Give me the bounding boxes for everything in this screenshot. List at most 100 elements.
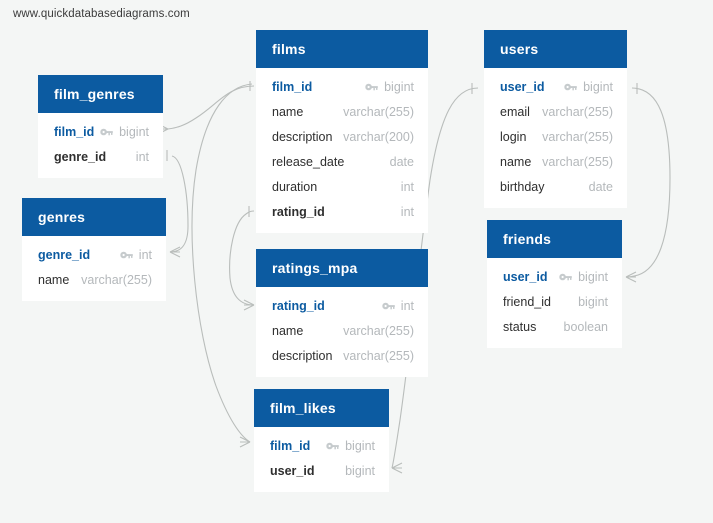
- column-name: friend_id: [503, 294, 551, 309]
- column-type: bigint: [578, 269, 608, 284]
- column-row[interactable]: duration int: [256, 174, 428, 199]
- column-row[interactable]: name varchar(255): [22, 267, 166, 292]
- column-row[interactable]: film_id bigint: [38, 119, 163, 144]
- relationship-genres-film_genres: [169, 155, 189, 253]
- crowfoot-film_likes-film_id: [239, 436, 251, 448]
- column-name: genre_id: [38, 247, 91, 262]
- column-row[interactable]: user_id bigint: [487, 264, 622, 289]
- table-title-friends[interactable]: friends: [487, 220, 622, 258]
- column-name: name: [500, 154, 532, 169]
- column-row[interactable]: name varchar(255): [256, 99, 428, 124]
- column-type: boolean: [563, 319, 609, 334]
- column-row[interactable]: release_date date: [256, 149, 428, 174]
- column-name: name: [272, 323, 304, 338]
- column-type: int: [400, 204, 414, 219]
- table-title-film_likes[interactable]: film_likes: [254, 389, 389, 427]
- column-name: description: [272, 129, 333, 144]
- column-row[interactable]: email varchar(255): [484, 99, 627, 124]
- column-type: varchar(255): [81, 272, 152, 287]
- entity-table-film_genres[interactable]: film_genres film_id bigint genre_id int: [38, 75, 163, 178]
- column-row[interactable]: user_id bigint: [254, 458, 389, 483]
- primary-key-icon: [326, 441, 339, 451]
- column-type: varchar(255): [343, 104, 414, 119]
- column-row[interactable]: status boolean: [487, 314, 622, 339]
- column-row[interactable]: friend_id bigint: [487, 289, 622, 314]
- column-type: date: [389, 154, 414, 169]
- table-body-film_genres: film_id bigint genre_id int: [38, 113, 163, 178]
- column-row[interactable]: genre_id int: [22, 242, 166, 267]
- column-type: date: [588, 179, 613, 194]
- column-type: varchar(255): [343, 323, 414, 338]
- column-type: varchar(255): [542, 104, 613, 119]
- column-name: film_id: [270, 438, 311, 453]
- column-row[interactable]: genre_id int: [38, 144, 163, 169]
- column-type: int: [400, 179, 414, 194]
- column-name: film_id: [272, 79, 313, 94]
- entity-table-film_likes[interactable]: film_likes film_id bigint user_id bigint: [254, 389, 389, 492]
- column-type: varchar(200): [343, 129, 414, 144]
- column-row[interactable]: birthday date: [484, 174, 627, 199]
- entity-table-users[interactable]: users user_id bigint email varchar(255) login…: [484, 30, 627, 208]
- column-type: bigint: [583, 79, 613, 94]
- primary-key-icon: [564, 82, 577, 92]
- column-type: bigint: [345, 463, 375, 478]
- entity-table-ratings_mpa[interactable]: ratings_mpa rating_id int name varchar(255) d…: [256, 249, 428, 377]
- table-title-ratings_mpa[interactable]: ratings_mpa: [256, 249, 428, 287]
- column-name: film_id: [54, 124, 95, 139]
- column-row[interactable]: name varchar(255): [484, 149, 627, 174]
- relationship-ratings-films: [229, 210, 255, 306]
- table-body-films: film_id bigint name varchar(255) description…: [256, 68, 428, 233]
- column-name: genre_id: [54, 149, 107, 164]
- column-row[interactable]: description varchar(200): [256, 124, 428, 149]
- column-name: name: [38, 272, 70, 287]
- column-name: name: [272, 104, 304, 119]
- primary-key-icon: [120, 250, 133, 260]
- table-body-friends: user_id bigint friend_id bigint status boolea…: [487, 258, 622, 348]
- column-type: bigint: [345, 438, 375, 453]
- column-name: email: [500, 104, 530, 119]
- primary-key-icon: [100, 127, 113, 137]
- column-type: int: [400, 298, 414, 313]
- column-name: login: [500, 129, 527, 144]
- column-name: rating_id: [272, 298, 325, 313]
- column-type: bigint: [578, 294, 608, 309]
- column-row[interactable]: film_id bigint: [254, 433, 389, 458]
- column-type: int: [135, 149, 149, 164]
- relationship-films-film_genres: [167, 85, 255, 130]
- table-title-genres[interactable]: genres: [22, 198, 166, 236]
- relationship-users-friends: [625, 87, 671, 278]
- column-row[interactable]: user_id bigint: [484, 74, 627, 99]
- crowfoot-friends-user_id: [625, 271, 637, 283]
- column-name: release_date: [272, 154, 345, 169]
- entity-table-friends[interactable]: friends user_id bigint friend_id bigint statu…: [487, 220, 622, 348]
- column-type: varchar(255): [542, 154, 613, 169]
- column-name: user_id: [500, 79, 545, 94]
- table-body-ratings_mpa: rating_id int name varchar(255) description v…: [256, 287, 428, 377]
- column-name: user_id: [503, 269, 548, 284]
- column-row[interactable]: name varchar(255): [256, 318, 428, 343]
- column-row[interactable]: description varchar(255): [256, 343, 428, 368]
- table-body-users: user_id bigint email varchar(255) login varch…: [484, 68, 627, 208]
- column-row[interactable]: login varchar(255): [484, 124, 627, 149]
- crowfoot-film_likes-user_id: [391, 462, 403, 474]
- column-row[interactable]: film_id bigint: [256, 74, 428, 99]
- column-row[interactable]: rating_id int: [256, 293, 428, 318]
- table-title-films[interactable]: films: [256, 30, 428, 68]
- primary-key-icon: [382, 301, 395, 311]
- column-name: birthday: [500, 179, 545, 194]
- column-name: status: [503, 319, 537, 334]
- table-body-genres: genre_id int name varchar(255): [22, 236, 166, 301]
- table-title-users[interactable]: users: [484, 30, 627, 68]
- column-type: int: [138, 247, 152, 262]
- entity-table-genres[interactable]: genres genre_id int name varchar(255): [22, 198, 166, 301]
- diagram-canvas[interactable]: www.quickdatabasediagrams.com film_genre…: [0, 0, 713, 523]
- entity-table-films[interactable]: films film_id bigint name varchar(255) descri…: [256, 30, 428, 233]
- table-title-film_genres[interactable]: film_genres: [38, 75, 163, 113]
- column-name: duration: [272, 179, 318, 194]
- column-type: bigint: [119, 124, 149, 139]
- relationship-films-film_likes: [191, 83, 253, 443]
- crowfoot-ratings-rating_id: [243, 299, 255, 311]
- column-name: description: [272, 348, 333, 363]
- column-name: rating_id: [272, 204, 325, 219]
- column-row[interactable]: rating_id int: [256, 199, 428, 224]
